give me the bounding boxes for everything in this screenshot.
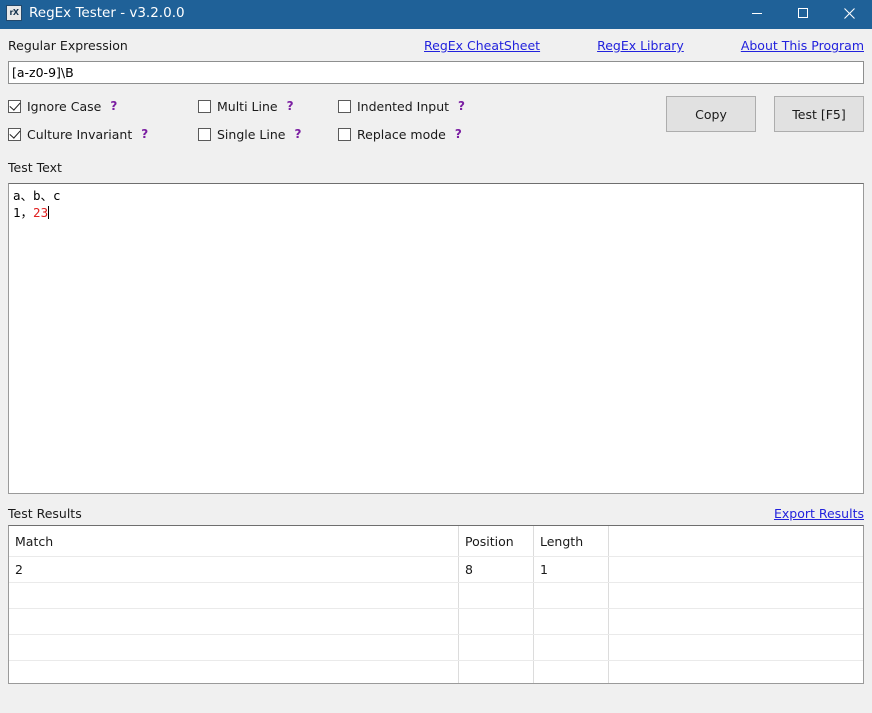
column-header-length[interactable]: Length	[534, 526, 609, 556]
option-culture-invariant[interactable]: Culture Invariant ?	[8, 127, 198, 142]
test-text-header: Test Text	[8, 148, 864, 180]
cell-empty	[609, 635, 863, 660]
window-controls	[734, 0, 872, 26]
cell-empty	[459, 583, 534, 608]
option-indented-input[interactable]: Indented Input ?	[338, 99, 465, 114]
title-bar: rX RegEx Tester - v3.2.0.0	[0, 0, 872, 26]
help-icon-single-line[interactable]: ?	[294, 127, 301, 141]
cell-empty	[459, 635, 534, 660]
option-label: Ignore Case	[27, 98, 102, 114]
regex-label: Regular Expression	[8, 38, 128, 53]
checkbox-single-line[interactable]	[198, 127, 211, 141]
cell-empty	[9, 635, 459, 660]
cell-length: 1	[534, 557, 609, 582]
header-links: RegEx CheatSheet RegEx Library About Thi…	[424, 38, 864, 53]
cell-empty	[9, 609, 459, 634]
option-multi-line[interactable]: Multi Line ?	[198, 99, 338, 114]
checkbox-ignore-case[interactable]	[8, 99, 21, 113]
regex-input[interactable]: [a-z0-9]\B	[8, 61, 864, 84]
help-icon-ignore-case[interactable]: ?	[110, 99, 117, 113]
minimize-icon	[752, 13, 762, 14]
cell-position: 8	[459, 557, 534, 582]
cell-empty	[534, 635, 609, 660]
checkbox-indented-input[interactable]	[338, 99, 351, 113]
checkbox-replace-mode[interactable]	[338, 127, 351, 141]
test-text-line-2: 1，23	[13, 204, 859, 221]
cell-empty	[609, 661, 863, 683]
test-text-input[interactable]: a、b、c 1，23	[8, 183, 864, 494]
option-ignore-case[interactable]: Ignore Case ?	[8, 99, 198, 114]
table-row[interactable]: 2 8 1	[9, 557, 863, 583]
cell-empty	[459, 609, 534, 634]
option-label: Culture Invariant	[27, 126, 133, 142]
table-row-empty[interactable]	[9, 583, 863, 609]
table-row-empty[interactable]	[9, 609, 863, 635]
help-icon-culture-invariant[interactable]: ?	[141, 127, 148, 141]
option-label: Multi Line	[217, 98, 278, 114]
cell-empty	[609, 583, 863, 608]
close-icon	[843, 7, 855, 19]
test-text-prefix: 1，	[13, 205, 34, 220]
maximize-icon	[798, 8, 808, 18]
cell-empty	[534, 661, 609, 683]
table-row-empty[interactable]	[9, 661, 863, 683]
copy-button[interactable]: Copy	[666, 96, 756, 132]
test-text-label: Test Text	[8, 160, 62, 175]
help-icon-replace-mode[interactable]: ?	[455, 127, 462, 141]
options-grid: Ignore Case ? Multi Line ? Indented Inpu…	[8, 92, 465, 148]
window-title: RegEx Tester - v3.2.0.0	[29, 5, 185, 21]
link-regex-cheatsheet[interactable]: RegEx CheatSheet	[424, 38, 540, 53]
option-label: Indented Input	[357, 98, 450, 114]
app-icon: rX	[6, 5, 22, 21]
cell-empty	[459, 661, 534, 683]
regex-input-value: [a-z0-9]\B	[12, 65, 74, 80]
cell-spacer	[609, 557, 863, 582]
checkbox-culture-invariant[interactable]	[8, 127, 21, 141]
table-row-empty[interactable]	[9, 635, 863, 661]
close-button[interactable]	[826, 0, 872, 26]
cell-empty	[9, 583, 459, 608]
help-icon-indented-input[interactable]: ?	[458, 99, 465, 113]
link-export-results[interactable]: Export Results	[774, 506, 864, 521]
option-single-line[interactable]: Single Line ?	[198, 127, 338, 142]
test-button[interactable]: Test [F5]	[774, 96, 864, 132]
option-label: Single Line	[217, 126, 286, 142]
maximize-button[interactable]	[780, 0, 826, 26]
window-body: Regular Expression RegEx CheatSheet RegE…	[0, 29, 872, 713]
option-label: Replace mode	[357, 126, 446, 142]
options-area: Ignore Case ? Multi Line ? Indented Inpu…	[8, 92, 864, 148]
test-text-match-highlight: 2	[33, 205, 41, 220]
test-results-label: Test Results	[8, 506, 82, 521]
text-caret	[48, 206, 50, 219]
regex-header-row: Regular Expression RegEx CheatSheet RegE…	[8, 29, 864, 58]
cell-empty	[534, 609, 609, 634]
minimize-button[interactable]	[734, 0, 780, 26]
cell-empty	[609, 609, 863, 634]
results-table[interactable]: Match Position Length 2 8 1	[8, 525, 864, 684]
column-header-position[interactable]: Position	[459, 526, 534, 556]
help-icon-multi-line[interactable]: ?	[287, 99, 294, 113]
option-replace-mode[interactable]: Replace mode ?	[338, 127, 465, 142]
test-results-header: Test Results Export Results	[8, 494, 864, 521]
column-header-match[interactable]: Match	[9, 526, 459, 556]
cell-empty	[9, 661, 459, 683]
column-header-spacer	[609, 526, 863, 556]
link-about-this-program[interactable]: About This Program	[741, 38, 864, 53]
cell-empty	[534, 583, 609, 608]
link-regex-library[interactable]: RegEx Library	[597, 38, 684, 53]
test-text-suffix: 3	[40, 205, 49, 220]
table-header-row: Match Position Length	[9, 526, 863, 557]
action-buttons: Copy Test [F5]	[666, 92, 864, 132]
test-text-line-1: a、b、c	[13, 188, 61, 203]
checkbox-multi-line[interactable]	[198, 99, 211, 113]
cell-match: 2	[9, 557, 459, 582]
